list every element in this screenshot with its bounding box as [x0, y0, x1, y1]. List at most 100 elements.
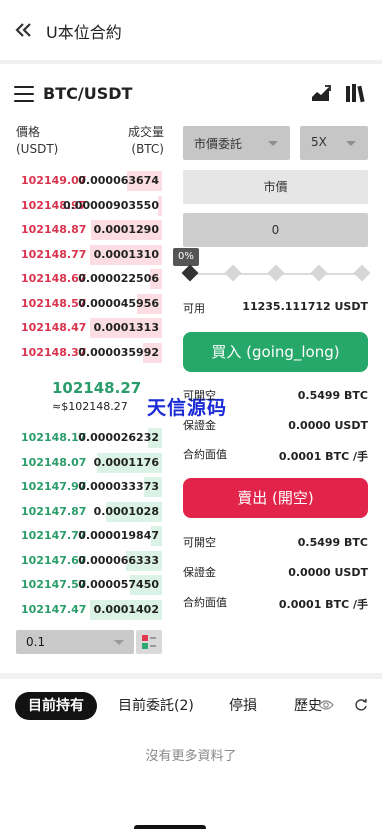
- order-type-value: 市價委託: [194, 137, 243, 151]
- buy-order-row[interactable]: 102147.47 0.0001402: [16, 599, 162, 620]
- sell-order-row[interactable]: 102148.37 0.000035992: [16, 342, 162, 363]
- buy-order-row[interactable]: 102147.97 0.000033373: [16, 477, 162, 497]
- buy-max-label: 可開空: [183, 389, 216, 402]
- sell-order-row[interactable]: 102148.47 0.0001313: [16, 318, 162, 338]
- sell-contract-size-label: 合約面值: [183, 596, 227, 609]
- order-price: 102148.67: [21, 272, 87, 285]
- available-label: 可用: [183, 302, 205, 315]
- divider: [0, 60, 382, 64]
- order-qty: 0.000035992: [78, 345, 159, 359]
- buy-margin-value: 0.0000 USDT: [288, 419, 368, 432]
- order-qty: 0.0001310: [93, 247, 159, 261]
- buy-contract-size-label: 合約面值: [183, 448, 227, 461]
- sell-max-value: 0.5499 BTC: [297, 536, 368, 549]
- order-qty: 0.000066333: [78, 553, 159, 567]
- slider-percent-badge: 0%: [173, 248, 199, 266]
- available-value: 11235.111712 USDT: [242, 300, 368, 313]
- buy-order-row[interactable]: 102148.17 0.000026232: [16, 428, 162, 448]
- caret-down-icon: [268, 141, 278, 146]
- sell-short-button[interactable]: 賣出 (開空): [183, 478, 368, 518]
- buy-order-row[interactable]: 102148.07 0.0001176: [16, 452, 162, 473]
- order-qty: 0.0001313: [93, 321, 159, 334]
- home-indicator: [134, 825, 206, 829]
- order-price: 102148.57: [21, 296, 87, 310]
- sell-contract-size-value: 0.0001 BTC /手: [278, 598, 368, 611]
- books-icon[interactable]: [344, 82, 366, 104]
- order-price: 102147.67: [21, 553, 87, 567]
- qty-column-header: 成交量 (BTC): [127, 125, 164, 156]
- slider-step-75[interactable]: [310, 264, 328, 282]
- order-price: 102147.47: [21, 602, 87, 616]
- last-price: 102148.27: [52, 379, 142, 397]
- tab-positions[interactable]: 目前持有: [15, 692, 97, 720]
- order-price: 102148.37: [21, 345, 87, 359]
- order-price: 102147.57: [21, 578, 87, 591]
- refresh-icon[interactable]: [354, 698, 368, 712]
- top-bar: U本位合約: [0, 0, 382, 60]
- sell-order-row[interactable]: 102148.87 0.0001290: [16, 220, 162, 240]
- order-price: 102147.77: [21, 529, 87, 542]
- order-qty: 0.0001028: [93, 504, 159, 518]
- market-pair[interactable]: BTC/USDT: [43, 84, 132, 103]
- order-qty: 0.00000903550: [62, 198, 159, 212]
- order-qty: 0.000019847: [78, 529, 159, 542]
- order-qty: 0.000026232: [78, 431, 159, 444]
- sell-margin-label: 保證金: [183, 566, 216, 579]
- sell-order-row[interactable]: 102148.77 0.0001310: [16, 244, 162, 265]
- order-price: 102148.47: [21, 321, 87, 334]
- order-price: 102147.87: [21, 504, 87, 518]
- order-qty: 0.000063674: [78, 174, 159, 187]
- order-qty: 0.000045956: [78, 296, 159, 310]
- buy-order-row[interactable]: 102147.77 0.000019847: [16, 526, 162, 546]
- buy-margin-label: 保證金: [183, 419, 216, 432]
- last-price-fiat: ≈$102148.27: [52, 400, 128, 413]
- order-qty: 0.0001290: [93, 223, 159, 236]
- sell-margin-value: 0.0000 USDT: [288, 566, 368, 579]
- chart-icon[interactable]: [310, 83, 332, 103]
- order-price: 102149.07: [21, 174, 87, 187]
- buy-order-row[interactable]: 102147.57 0.000057450: [16, 575, 162, 595]
- eye-icon[interactable]: [318, 699, 334, 711]
- tab-open-orders[interactable]: 目前委託(2): [118, 692, 194, 720]
- order-qty: 0.0001402: [93, 602, 159, 616]
- orderbook-layout-icon[interactable]: [136, 630, 162, 654]
- leverage-value: 5X: [311, 135, 327, 149]
- price-column-header: 價格 (USDT): [16, 125, 59, 156]
- double-chevron-left-icon[interactable]: [14, 20, 34, 40]
- order-price: 102148.07: [21, 455, 87, 469]
- depth-select-value: 0.1: [26, 635, 46, 649]
- empty-state-message: 沒有更多資料了: [145, 749, 237, 764]
- caret-down-icon: [346, 141, 356, 146]
- order-qty: 0.000033373: [78, 480, 159, 493]
- tab-stop-loss[interactable]: 停損: [229, 692, 257, 720]
- price-field[interactable]: 市價: [183, 170, 368, 204]
- order-price: 102148.77: [21, 247, 87, 261]
- sell-order-row[interactable]: 102149.07 0.000063674: [16, 171, 162, 191]
- slider-step-0[interactable]: [181, 264, 199, 282]
- buy-contract-size-value: 0.0001 BTC /手: [278, 450, 368, 463]
- sell-order-row[interactable]: 102148.67 0.000022506: [16, 269, 162, 289]
- leverage-select[interactable]: 5X: [300, 126, 368, 160]
- market-header: BTC/USDT: [0, 76, 382, 112]
- page-title: U本位合約: [46, 23, 122, 42]
- menu-icon[interactable]: [14, 86, 34, 102]
- slider-step-25[interactable]: [224, 264, 242, 282]
- depth-select[interactable]: 0.1: [16, 630, 134, 654]
- sell-order-row[interactable]: 102148.57 0.000045956: [16, 293, 162, 314]
- order-type-select[interactable]: 市價委託: [183, 126, 290, 160]
- sell-order-row[interactable]: 102148.97 0.00000903550: [16, 195, 162, 216]
- slider-step-50[interactable]: [267, 264, 285, 282]
- order-qty: 0.000022506: [78, 272, 159, 285]
- amount-field[interactable]: 0: [183, 213, 368, 247]
- order-qty: 0.000057450: [78, 578, 159, 591]
- divider: [0, 673, 382, 679]
- order-price: 102148.17: [21, 431, 87, 444]
- sell-max-label: 可開空: [183, 536, 216, 549]
- caret-down-icon: [114, 640, 124, 645]
- buy-order-row[interactable]: 102147.67 0.000066333: [16, 550, 162, 571]
- order-price: 102147.97: [21, 480, 87, 493]
- order-qty: 0.0001176: [93, 455, 159, 469]
- buy-order-row[interactable]: 102147.87 0.0001028: [16, 501, 162, 522]
- slider-step-100[interactable]: [353, 264, 371, 282]
- buy-long-button[interactable]: 買入 (going_long): [183, 332, 368, 372]
